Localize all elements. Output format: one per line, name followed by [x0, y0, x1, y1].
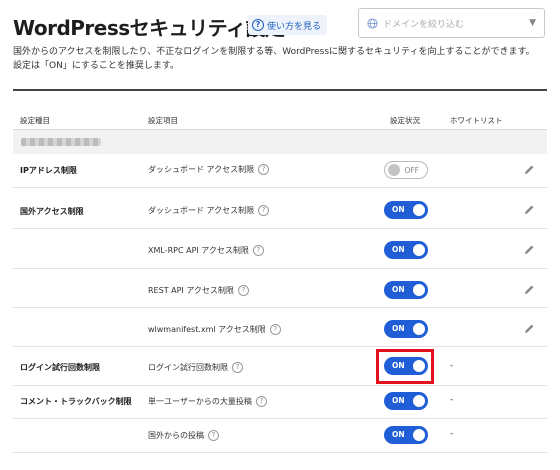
help-circle-icon[interactable]: ?	[269, 324, 281, 335]
setting-item-label: ログイン試行回数制限?	[148, 362, 243, 373]
description-line-2: 設定は「ON」にすることを推奨します。	[13, 61, 180, 71]
globe-icon	[367, 17, 378, 29]
category-comment-trackback: コメント・トラックバック制限	[20, 397, 132, 406]
help-button-label: 使い方を見る	[267, 21, 322, 32]
category-ip-restriction: IPアドレス制限	[20, 166, 77, 175]
setting-item-label: REST API アクセス制限?	[148, 285, 249, 296]
column-header-item: 設定項目	[148, 116, 178, 125]
setting-item-label: XML-RPC API アクセス制限?	[148, 245, 264, 256]
domain-group-row	[13, 130, 547, 154]
toggle-comment-flood[interactable]: ON	[384, 392, 428, 410]
toggle-knob	[413, 284, 425, 296]
help-circle-icon[interactable]: ?	[232, 362, 243, 373]
help-circle-icon[interactable]: ?	[252, 245, 264, 256]
description-line-1: 国外からのアクセスを制限したり、不正なログインを制限する等、WordPressに…	[13, 47, 535, 57]
row-divider	[13, 452, 547, 453]
column-header-whitelist: ホワイトリスト	[450, 116, 503, 125]
toggle-foreign-dashboard[interactable]: ON	[384, 201, 428, 219]
question-icon: ?	[252, 19, 264, 31]
setting-item-label: wlwmanifest.xml アクセス制限?	[148, 324, 281, 335]
toggle-knob	[413, 204, 425, 216]
toggle-xmlrpc[interactable]: ON	[384, 241, 428, 259]
row-divider	[13, 228, 547, 229]
pencil-edit-icon[interactable]	[523, 284, 535, 296]
toggle-knob	[388, 164, 400, 176]
row-divider	[13, 187, 547, 188]
column-header-status: 設定状況	[390, 116, 420, 125]
toggle-knob	[413, 323, 425, 335]
domain-filter-select[interactable]: ドメインを絞り込む ▼	[358, 8, 545, 38]
row-divider	[13, 307, 547, 308]
domain-name-redacted	[21, 138, 101, 146]
setting-item-label: 単一ユーザーからの大量投稿?	[148, 396, 267, 407]
header-divider	[13, 89, 547, 91]
page-title: WordPressセキュリティ設定	[13, 16, 285, 40]
page-description: 国外からのアクセスを制限したり、不正なログインを制限する等、WordPressに…	[13, 45, 553, 73]
row-divider	[13, 418, 547, 419]
setting-item-label: ダッシュボード アクセス制限?	[148, 164, 270, 175]
pencil-edit-icon[interactable]	[523, 204, 535, 216]
row-divider	[13, 346, 547, 347]
toggle-ip-dashboard[interactable]: OFF	[384, 161, 428, 179]
help-circle-icon[interactable]: ?	[258, 164, 270, 175]
setting-item-label: 国外からの投稿?	[148, 430, 219, 441]
chevron-down-icon: ▼	[529, 18, 536, 28]
column-header-category: 設定種目	[20, 116, 50, 125]
help-circle-icon[interactable]: ?	[255, 396, 267, 407]
toggle-rest-api[interactable]: ON	[384, 281, 428, 299]
row-divider	[13, 268, 547, 269]
help-circle-icon[interactable]: ?	[258, 205, 270, 216]
whitelist-value: -	[450, 395, 454, 405]
toggle-knob	[413, 244, 425, 256]
whitelist-value: -	[450, 429, 454, 439]
help-circle-icon[interactable]: ?	[208, 430, 219, 441]
toggle-knob	[413, 429, 425, 441]
domain-filter-placeholder: ドメインを絞り込む	[383, 19, 465, 30]
setting-item-label: ダッシュボード アクセス制限?	[148, 205, 270, 216]
pencil-edit-icon[interactable]	[523, 323, 535, 335]
category-foreign-access: 国外アクセス制限	[20, 207, 84, 216]
help-button[interactable]: ? 使い方を見る	[248, 15, 328, 35]
help-circle-icon[interactable]: ?	[237, 285, 249, 296]
highlight-box	[376, 349, 434, 384]
pencil-edit-icon[interactable]	[523, 244, 535, 256]
toggle-wlwmanifest[interactable]: ON	[384, 320, 428, 338]
row-divider	[13, 385, 547, 386]
category-login-limit: ログイン試行回数制限	[20, 363, 100, 372]
whitelist-value: -	[450, 361, 454, 371]
toggle-foreign-posts[interactable]: ON	[384, 426, 428, 444]
toggle-knob	[413, 395, 425, 407]
pencil-edit-icon[interactable]	[523, 164, 535, 176]
